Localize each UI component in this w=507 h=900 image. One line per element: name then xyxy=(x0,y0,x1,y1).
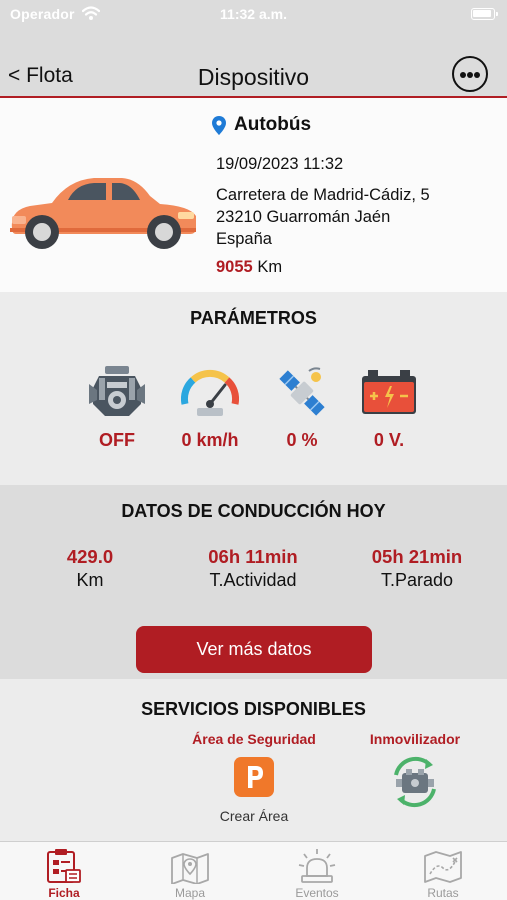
address-line: España xyxy=(216,230,272,248)
clock: 11:32 a.m. xyxy=(220,6,287,22)
parameter-engine: OFF xyxy=(67,362,167,451)
car-icon xyxy=(10,178,197,249)
stat-distance: 429.0 Km xyxy=(5,546,175,591)
parking-icon[interactable] xyxy=(234,757,274,797)
satellite-icon xyxy=(279,367,325,416)
tab-label: Ficha xyxy=(48,886,80,900)
section-title: PARÁMETROS xyxy=(190,308,317,328)
voltage-value: 0 V. xyxy=(373,430,405,450)
device-name: Autobús xyxy=(234,114,312,135)
driving-data-section: DATOS DE CONDUCCIÓN HOY 429.0 Km 06h 11m… xyxy=(0,485,507,679)
stat-value: 05h 21min xyxy=(371,546,463,567)
tab-label: Mapa xyxy=(174,886,206,900)
stat-value: 06h 11min xyxy=(208,546,298,567)
stat-stopped-time: 05h 21min T.Parado xyxy=(332,546,502,591)
service-security-area[interactable]: Área de Seguridad Crear Área xyxy=(176,731,332,824)
odometer-unit: Km xyxy=(257,258,283,276)
last-update-datetime: 19/09/2023 11:32 xyxy=(216,155,344,173)
service-label: Inmovilizador xyxy=(369,731,461,747)
battery-icon xyxy=(362,370,416,414)
tab-bar: Ficha Mapa Eventos Rutas xyxy=(0,841,507,900)
gps-signal-value: 0 % xyxy=(286,430,318,450)
clipboard-icon xyxy=(47,849,81,883)
address-line: Carretera de Madrid-Cádiz, 5 xyxy=(216,186,430,204)
tab-label: Eventos xyxy=(295,886,339,900)
battery-status-icon xyxy=(471,8,498,20)
parameter-voltage: 0 V. xyxy=(339,362,439,451)
parameter-speed: 0 km/h xyxy=(160,362,260,451)
engine-status-value: OFF xyxy=(99,430,135,450)
stat-label: T.Parado xyxy=(380,570,454,590)
device-address: Carretera de Madrid-Cádiz, 5 23210 Guarr… xyxy=(216,184,430,250)
map-icon xyxy=(171,853,209,884)
speedometer-icon xyxy=(181,369,239,416)
engine-refresh-icon[interactable] xyxy=(386,753,444,811)
tab-mapa[interactable]: Mapa xyxy=(127,846,253,900)
service-label: Área de Seguridad xyxy=(192,731,316,747)
odometer-value: 9055 xyxy=(216,258,253,276)
status-bar: Operador 11:32 a.m. xyxy=(0,0,507,30)
device-name-row: Autobús xyxy=(212,114,311,136)
address-line: 23210 Guarromán Jaén xyxy=(216,208,391,226)
parameter-gps: 0 % xyxy=(252,362,352,451)
engine-icon xyxy=(89,366,145,416)
tab-label: Rutas xyxy=(427,886,459,900)
location-pin-icon xyxy=(212,115,226,135)
odometer: 9055 Km xyxy=(216,258,282,277)
stat-value: 429.0 xyxy=(66,546,114,567)
section-title: SERVICIOS DISPONIBLES xyxy=(141,699,366,719)
speed-value: 0 km/h xyxy=(181,430,239,450)
tab-rutas[interactable]: Rutas xyxy=(380,846,506,900)
device-card: Autobús 19/09/2023 11:32 Carretera de Ma… xyxy=(0,98,507,292)
section-title: DATOS DE CONDUCCIÓN HOY xyxy=(121,501,386,521)
tab-ficha[interactable]: Ficha xyxy=(1,846,127,900)
back-button[interactable]: < Flota xyxy=(8,64,73,88)
parameters-section: PARÁMETROS OFF 0 km/h 0 % 0 V. xyxy=(0,292,507,485)
tab-eventos[interactable]: Eventos xyxy=(254,846,380,900)
see-more-data-button[interactable]: Ver más datos xyxy=(136,626,372,673)
stat-label: T.Actividad xyxy=(209,570,297,590)
services-section: SERVICIOS DISPONIBLES Área de Seguridad … xyxy=(0,679,507,841)
stat-label: Km xyxy=(76,570,104,590)
create-area-label[interactable]: Crear Área xyxy=(176,808,332,824)
page-title: Dispositivo xyxy=(197,64,310,90)
service-immobilizer[interactable]: Inmovilizador xyxy=(355,731,475,816)
siren-icon xyxy=(298,849,336,883)
route-map-icon xyxy=(424,851,462,883)
navigation-bar: < Flota Dispositivo xyxy=(0,30,507,98)
stat-activity-time: 06h 11min T.Actividad xyxy=(168,546,338,591)
more-options-button[interactable] xyxy=(452,56,488,92)
